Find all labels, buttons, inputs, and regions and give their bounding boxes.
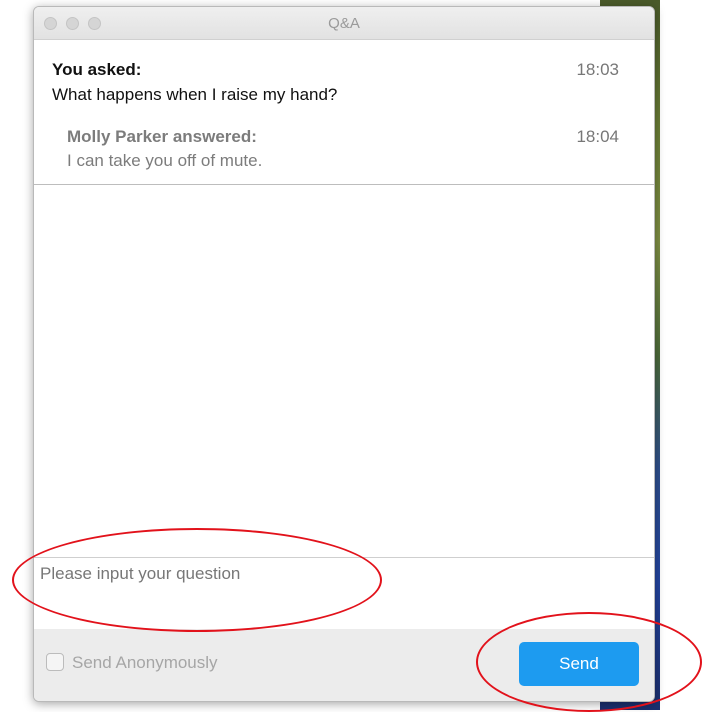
question-input[interactable]: [38, 562, 640, 624]
footer-bar: Send Anonymously Send: [34, 629, 654, 701]
question-text: What happens when I raise my hand?: [52, 85, 338, 104]
message-area-blank: [34, 185, 654, 557]
answer-text: I can take you off of mute.: [67, 151, 263, 170]
answer-author-label: Molly Parker answered:: [67, 127, 257, 146]
send-anonymously-checkbox[interactable]: [46, 653, 64, 671]
send-anonymously-label[interactable]: Send Anonymously: [72, 653, 218, 673]
answer-timestamp: 18:04: [576, 127, 619, 146]
send-button[interactable]: Send: [519, 642, 639, 686]
qa-message-list: You asked: 18:03 What happens when I rai…: [34, 40, 654, 185]
qa-window: Q&A You asked: 18:03 What happens when I…: [33, 6, 655, 702]
question-author-label: You asked:: [52, 60, 142, 79]
question-input-area: [34, 557, 654, 630]
window-title: Q&A: [328, 15, 360, 32]
title-bar: Q&A: [34, 7, 654, 40]
question-timestamp: 18:03: [576, 60, 619, 79]
